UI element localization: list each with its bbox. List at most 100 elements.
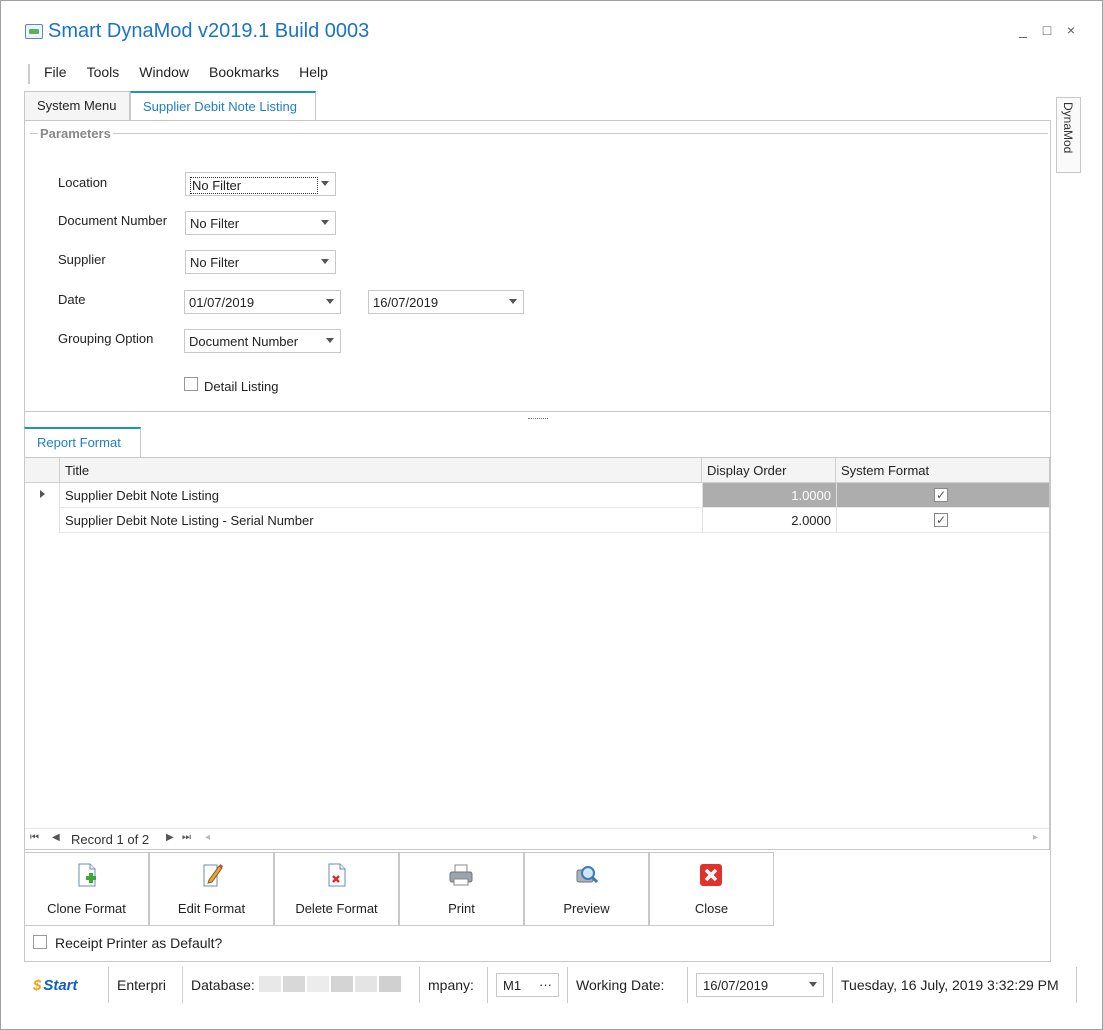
grouping-option-value: Document Number: [189, 334, 299, 349]
chevron-down-icon: [509, 299, 517, 304]
dynamod-side-tab[interactable]: DynaMod: [1056, 97, 1081, 173]
prev-record-icon[interactable]: ◀: [52, 832, 60, 843]
menu-file[interactable]: File: [44, 64, 67, 84]
status-bar: $ Start Enterpri Database: mpany: M1 ··· …: [25, 966, 1077, 1004]
delete-format-icon: [328, 863, 346, 887]
table-row-1-title[interactable]: Supplier Debit Note Listing: [59, 483, 702, 508]
tab-system-menu[interactable]: System Menu: [24, 91, 130, 120]
close-window-icon[interactable]: ×: [1064, 22, 1078, 38]
preview-button[interactable]: Preview: [524, 852, 649, 926]
date-label: Date: [58, 292, 86, 307]
document-number-label: Document Number: [58, 213, 168, 228]
edit-format-icon: [203, 864, 223, 887]
date-from-picker[interactable]: 01/07/2019: [184, 290, 341, 314]
preview-label: Preview: [563, 901, 610, 916]
clone-format-icon: [78, 863, 96, 887]
row-2-system-format-checkbox[interactable]: ✓: [934, 513, 948, 527]
database-segment: Database:: [183, 967, 420, 1003]
panel-top-border: [24, 120, 1051, 121]
chevron-down-icon: [321, 181, 329, 186]
first-record-icon[interactable]: ⏮: [30, 832, 39, 843]
table-row-2-display-order[interactable]: 2.0000: [702, 508, 836, 533]
grid-header: Title Display Order System Format: [25, 458, 1049, 483]
column-header-display-order[interactable]: Display Order: [701, 458, 835, 483]
menu-tools[interactable]: Tools: [87, 64, 120, 84]
panel-right-border: [1050, 120, 1051, 962]
brand-logo: $ Start: [25, 967, 109, 1003]
database-label: Database:: [191, 977, 255, 993]
ellipsis-icon[interactable]: ···: [539, 977, 552, 992]
clone-format-label: Clone Format: [47, 901, 126, 916]
grouping-option-dropdown[interactable]: Document Number: [184, 329, 341, 353]
print-label: Print: [448, 901, 475, 916]
brand-logo-text: Start: [43, 976, 78, 994]
company-selector[interactable]: M1 ···: [496, 973, 559, 997]
app-logo-icon: [25, 24, 43, 39]
next-record-icon[interactable]: ▶: [166, 832, 174, 843]
close-icon: [700, 864, 722, 886]
delete-format-button[interactable]: Delete Format: [274, 852, 399, 926]
company-segment: M1 ···: [488, 967, 568, 1003]
scroll-right-icon[interactable]: ▸: [1033, 832, 1038, 843]
tab-supplier-debit-note-listing[interactable]: Supplier Debit Note Listing: [130, 91, 316, 121]
location-dropdown[interactable]: No Filter: [185, 172, 336, 196]
splitter-grip[interactable]: [528, 418, 548, 420]
detail-listing-checkbox[interactable]: [184, 377, 198, 391]
supplier-label: Supplier: [58, 252, 106, 267]
chevron-down-icon: [321, 220, 329, 225]
maximize-icon[interactable]: □: [1040, 22, 1054, 38]
working-date-picker[interactable]: 16/07/2019: [696, 973, 824, 997]
edit-format-label: Edit Format: [177, 901, 246, 916]
grouping-option-label: Grouping Option: [58, 331, 154, 346]
table-row-1-display-order[interactable]: 1.0000: [702, 483, 836, 508]
company-label: mpany:: [420, 967, 488, 1003]
panel-bottom-border: [24, 961, 1051, 962]
chevron-down-icon: [809, 982, 817, 987]
receipt-printer-checkbox[interactable]: [33, 935, 47, 949]
record-counter: Record 1 of 2: [71, 832, 150, 847]
working-date-label: Working Date:: [568, 967, 688, 1003]
location-value: No Filter: [190, 177, 318, 194]
location-label: Location: [58, 175, 108, 190]
close-button[interactable]: Close: [649, 852, 774, 926]
minimize-icon[interactable]: _: [1016, 22, 1030, 38]
edit-format-button[interactable]: Edit Format: [149, 852, 274, 926]
table-row-2-title[interactable]: Supplier Debit Note Listing - Serial Num…: [59, 508, 702, 533]
date-from-value: 01/07/2019: [189, 295, 255, 310]
working-date-segment: 16/07/2019: [688, 967, 832, 1003]
menu-bar: File Tools Window Bookmarks Help: [28, 64, 328, 84]
column-header-system-format[interactable]: System Format: [835, 458, 1049, 483]
edition-text: Enterpri: [109, 967, 183, 1003]
last-record-icon[interactable]: ⏭: [182, 832, 191, 843]
supplier-dropdown[interactable]: No Filter: [185, 250, 336, 274]
parameters-legend: Parameters: [38, 126, 113, 141]
working-date-value: 16/07/2019: [703, 978, 769, 993]
side-tab-label: DynaMod: [1061, 102, 1075, 154]
delete-format-label: Delete Format: [295, 901, 378, 916]
row-1-system-format-checkbox[interactable]: ✓: [934, 488, 948, 502]
print-button[interactable]: Print: [399, 852, 524, 926]
row-indicator-icon: [40, 490, 45, 498]
detail-listing-label: Detail Listing: [204, 379, 279, 394]
column-header-title[interactable]: Title: [59, 458, 727, 483]
preview-icon: [576, 866, 599, 884]
brand-logo-icon: $: [33, 976, 42, 994]
scroll-left-icon[interactable]: ◂: [205, 832, 210, 843]
tab-report-format[interactable]: Report Format: [24, 427, 141, 457]
clone-format-button[interactable]: Clone Format: [24, 852, 149, 926]
database-value-redacted: [258, 975, 403, 995]
window-title: Smart DynaMod v2019.1 Build 0003: [48, 20, 370, 42]
date-to-picker[interactable]: 16/07/2019: [368, 290, 524, 314]
close-label: Close: [694, 901, 729, 916]
document-number-dropdown[interactable]: No Filter: [185, 211, 336, 235]
parameters-bottom-border: [25, 411, 1050, 412]
chevron-down-icon: [321, 259, 329, 264]
date-to-value: 16/07/2019: [373, 295, 439, 310]
menu-bookmarks[interactable]: Bookmarks: [209, 64, 279, 84]
grid-navigator: ⏮ ◀ Record 1 of 2 ▶ ⏭ ◂ ▸: [25, 828, 1049, 849]
supplier-value: No Filter: [190, 255, 240, 270]
chevron-down-icon: [326, 338, 334, 343]
menu-window[interactable]: Window: [139, 64, 189, 84]
parameters-group-line: [30, 133, 1048, 134]
menu-help[interactable]: Help: [299, 64, 328, 84]
